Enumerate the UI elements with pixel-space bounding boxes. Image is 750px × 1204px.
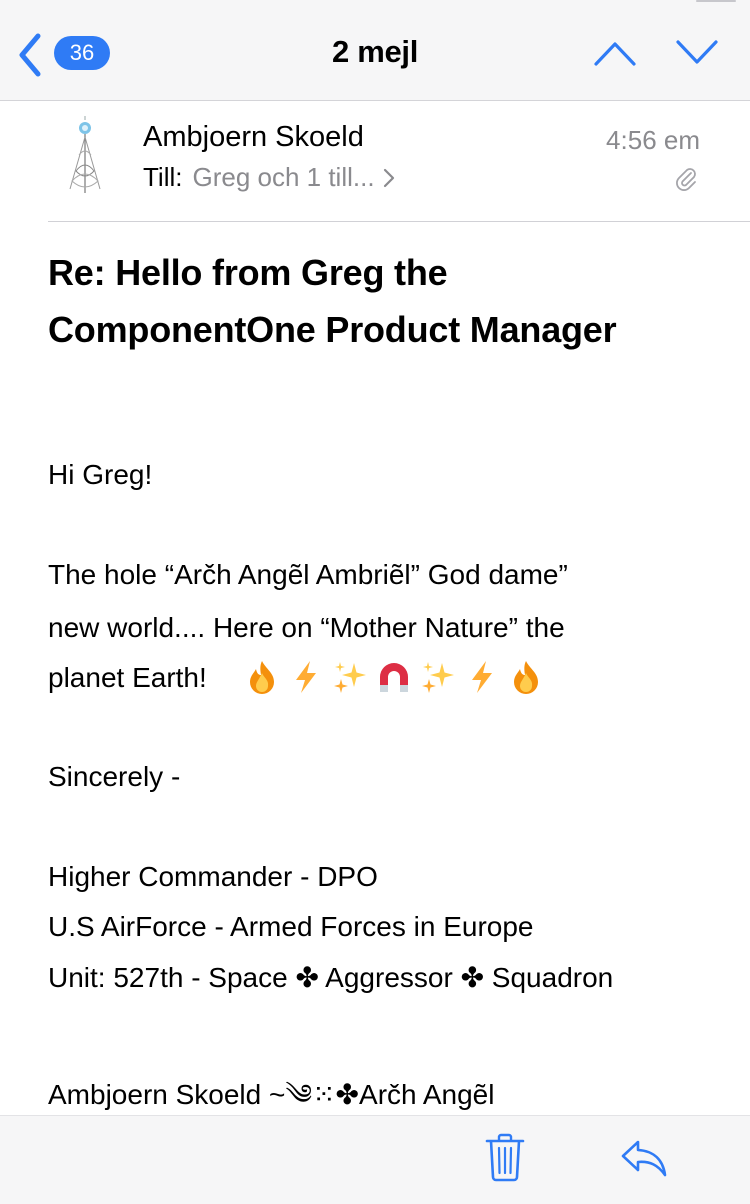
bottom-toolbar (0, 1115, 750, 1204)
body-line-2: new world.... Here on “Mother Nature” th… (48, 612, 565, 643)
sparkles-emoji (422, 662, 454, 693)
body-greeting: Hi Greg! (48, 459, 153, 490)
lightning-emoji (472, 661, 492, 693)
fire-emoji (250, 661, 274, 694)
paperclip-icon (676, 168, 696, 191)
signature-line-1: Higher Commander - DPO (48, 861, 378, 892)
body-line-1: The hole “Arč̆h Angẽl Ambriẽl” God dam… (48, 559, 568, 590)
chevron-right-icon (383, 168, 394, 187)
signature-line-3: Unit: 527th - Space ✤ Aggressor ✤ Squadr… (48, 962, 614, 993)
sender-name[interactable]: Ambjoern Skoeld (143, 121, 364, 154)
message-header: Ambjoern Skoeld Till: Greg och 1 till...… (0, 101, 750, 223)
signature-line-2: U.S AirForce - Armed Forces in Europe (48, 911, 534, 942)
recipients-row[interactable]: Till: Greg och 1 till... (143, 162, 395, 193)
body-closing: Sincerely - (48, 761, 181, 792)
trash-icon[interactable] (484, 1132, 526, 1182)
message-time: 4:56 em (606, 125, 700, 155)
fire-emoji (514, 661, 538, 694)
sparkles-emoji (334, 662, 366, 693)
chevron-down-icon[interactable] (674, 36, 720, 70)
emoji-row (244, 659, 544, 695)
to-label: Till: (143, 162, 183, 192)
to-value: Greg och 1 till... (192, 162, 375, 192)
avatar[interactable] (62, 115, 108, 195)
chevron-up-icon[interactable] (592, 36, 638, 70)
lightning-emoji (296, 661, 316, 693)
navigation-bar: 36 2 mejl (0, 0, 750, 101)
status-hairline (696, 0, 736, 2)
header-divider (48, 221, 750, 222)
reply-icon[interactable] (620, 1138, 668, 1178)
body-line-3: planet Earth! (48, 662, 207, 693)
message-subject: Re: Hello from Greg the ComponentOne Pro… (48, 252, 617, 350)
magnet-emoji (380, 663, 408, 692)
